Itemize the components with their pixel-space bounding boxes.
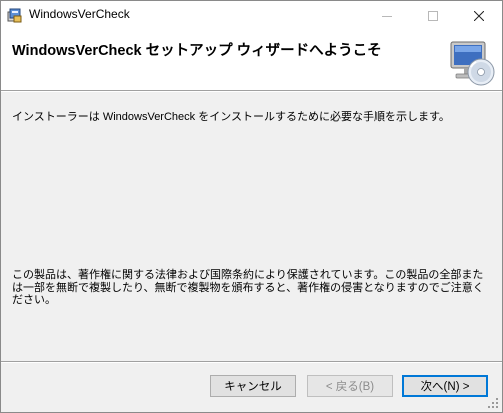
footer-divider [1,361,502,363]
cancel-button[interactable]: キャンセル [210,375,296,397]
next-button[interactable]: 次へ(N) > [402,375,488,397]
minimize-button[interactable] [364,1,410,30]
intro-text: インストーラーは WindowsVerCheck をインストールするために必要な… [12,111,450,123]
close-button[interactable] [456,1,502,30]
window-title: WindowsVerCheck [29,7,130,21]
close-icon [474,10,484,21]
resize-grip-icon[interactable] [487,397,499,409]
banner-divider [1,90,502,92]
installer-app-icon[interactable] [7,7,23,23]
setup-wizard-window: WindowsVerCheck WindowsVerCheck セットアップ ウ… [0,0,503,413]
copyright-notice: この製品は、著作権に関する法律および国際条約により保護されています。この製品の全… [12,269,484,306]
title-bar[interactable]: WindowsVerCheck [1,1,502,30]
back-button[interactable]: < 戻る(B) [307,375,393,397]
wizard-title: WindowsVerCheck セットアップ ウィザードへようこそ [12,43,382,59]
maximize-button[interactable] [410,1,456,30]
wizard-banner: WindowsVerCheck セットアップ ウィザードへようこそ [1,30,502,90]
minimize-icon [382,15,392,17]
maximize-icon [428,10,438,21]
computer-cd-icon [450,41,495,86]
